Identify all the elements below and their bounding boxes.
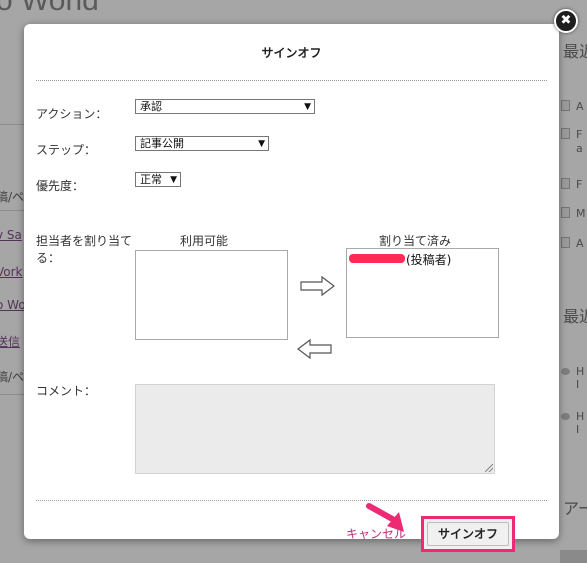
close-icon: ✖ <box>560 13 572 28</box>
divider <box>0 124 24 125</box>
resize-grip-icon[interactable] <box>485 464 493 472</box>
list-item-link: v Sa <box>0 228 22 242</box>
widget-row: F <box>561 128 582 141</box>
list-item: 稿/ペ <box>0 370 25 384</box>
comment-icon <box>561 368 570 375</box>
widget-heading: アー <box>563 499 587 518</box>
comment-label: コメント： <box>36 384 97 398</box>
chevron-down-icon: ▼ <box>258 139 265 149</box>
action-select-value: 承認 <box>140 100 162 113</box>
page-icon <box>561 207 570 218</box>
widget-row: I <box>576 423 580 436</box>
page-icon <box>561 237 570 248</box>
widget-row: H <box>561 410 584 423</box>
priority-label: 優先度： <box>36 179 85 193</box>
arrow-left-icon[interactable] <box>296 338 332 360</box>
list-item-link: Vork <box>0 265 23 279</box>
bottom-bar <box>560 550 587 563</box>
dialog-title: サインオフ <box>261 46 322 60</box>
step-select-value: 記事公開 <box>140 137 184 150</box>
assigned-header: 割り当て済み <box>379 234 452 248</box>
page-icon <box>561 128 570 139</box>
list-item-link: o Wo <box>0 298 26 312</box>
close-button[interactable]: ✖ <box>554 9 578 33</box>
priority-select[interactable]: 正常 ▼ <box>135 172 181 187</box>
widget-row: F <box>561 178 582 191</box>
background-post-list: 稿/ペ v Sa Vork o Wo 送信 稿/ペ <box>0 0 26 563</box>
action-select[interactable]: 承認 ▼ <box>135 99 315 114</box>
available-users-list[interactable] <box>135 250 288 340</box>
divider <box>0 394 24 395</box>
signoff-dialog: サインオフ アクション： 承認 ▼ ステップ： 記事公開 ▼ 優先度： 正常 ▼… <box>24 24 559 539</box>
list-item: 稿/ペ <box>0 190 25 204</box>
pointer-arrow-icon <box>366 503 404 532</box>
divider <box>36 80 547 81</box>
assignee-label: 担当者を割り当て る： <box>36 234 133 265</box>
list-item-link: 送信 <box>0 335 21 349</box>
arrow-right-icon[interactable] <box>300 275 336 297</box>
widget-row: M <box>561 207 586 220</box>
widget-row: A <box>561 100 584 113</box>
widget-row: A <box>561 237 584 250</box>
widget-row: a <box>576 142 583 155</box>
chevron-down-icon: ▼ <box>170 175 177 185</box>
action-label: アクション： <box>36 107 108 121</box>
comment-icon <box>561 413 570 420</box>
widget-row: H <box>561 365 584 378</box>
step-label: ステップ： <box>36 143 97 157</box>
background-sidebar: 最近 A F a F M A 最近 H I H I アー <box>560 0 587 563</box>
widget-heading: 最近 <box>563 307 587 326</box>
page-icon <box>561 100 570 111</box>
priority-select-value: 正常 <box>140 173 162 186</box>
list-item[interactable]: (投稿者) <box>349 251 451 268</box>
divider <box>36 500 547 501</box>
divider <box>0 210 24 211</box>
redacted-username <box>349 254 405 263</box>
page-icon <box>561 178 570 189</box>
signoff-button-label: サインオフ <box>427 522 509 546</box>
available-header: 利用可能 <box>180 234 229 248</box>
step-select[interactable]: 記事公開 ▼ <box>135 136 269 151</box>
chevron-down-icon: ▼ <box>304 102 311 112</box>
widget-heading: 最近 <box>563 42 587 61</box>
comment-textarea[interactable] <box>135 384 495 474</box>
widget-row: I <box>576 378 580 391</box>
assigned-users-list[interactable]: (投稿者) <box>346 248 499 338</box>
signoff-button[interactable]: サインオフ <box>421 516 515 552</box>
